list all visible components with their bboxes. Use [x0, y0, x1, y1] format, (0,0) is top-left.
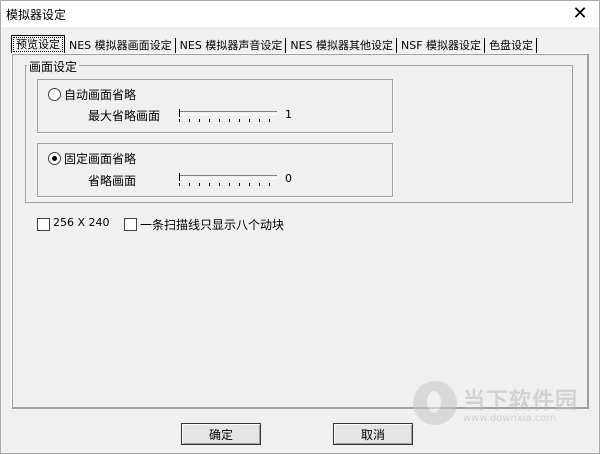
- slider-track: [179, 175, 277, 179]
- tab-nes-sound[interactable]: NES 模拟器声音设定: [177, 38, 287, 54]
- auto-skip-radio[interactable]: [48, 88, 61, 101]
- cancel-button[interactable]: 取消: [333, 423, 413, 445]
- watermark: 当下软件园 www.downxia.com: [411, 381, 581, 431]
- slider-thumb[interactable]: [179, 173, 182, 181]
- slider-thumb[interactable]: [179, 109, 182, 117]
- watermark-url: www.downxia.com: [463, 413, 557, 424]
- slider-ticks: [179, 119, 277, 122]
- tab-palette[interactable]: 色盘设定: [486, 38, 538, 54]
- fixed-skip-radio[interactable]: [48, 152, 61, 165]
- tab-strip: 预览设定 NES 模拟器画面设定 NES 模拟器声音设定 NES 模拟器其他设定 NSF…: [11, 35, 538, 54]
- tab-preview[interactable]: 预览设定: [11, 35, 65, 54]
- sprite-limit-checkbox[interactable]: [124, 218, 137, 231]
- slider-ticks: [179, 183, 277, 186]
- resolution-checkbox[interactable]: [37, 218, 50, 231]
- sprite-limit-label: 一条扫描线只显示八个动块: [140, 218, 285, 232]
- tab-nes-display[interactable]: NES 模拟器画面设定: [66, 38, 176, 54]
- slider-track: [179, 111, 277, 115]
- ok-button[interactable]: 确定: [181, 423, 261, 445]
- auto-skip-label: 自动画面省略: [64, 88, 137, 102]
- resolution-label: 256 X 240: [53, 216, 110, 229]
- watermark-text: 当下软件园: [463, 389, 579, 414]
- skip-frames-value: 0: [285, 172, 292, 185]
- tab-nsf[interactable]: NSF 模拟器设定: [398, 38, 486, 54]
- skip-frames-label: 省略画面: [88, 174, 137, 188]
- max-skip-label: 最大省略画面: [88, 109, 161, 123]
- skip-frames-slider[interactable]: [179, 173, 277, 187]
- close-icon[interactable]: ✕: [563, 1, 597, 27]
- fixed-skip-label: 固定画面省略: [64, 152, 137, 166]
- max-skip-value: 1: [285, 108, 292, 121]
- settings-dialog: 模拟器设定 ✕ 预览设定 NES 模拟器画面设定 NES 模拟器声音设定 NES 模拟…: [0, 0, 600, 454]
- window-title: 模拟器设定: [6, 8, 67, 22]
- max-skip-slider[interactable]: [179, 109, 277, 123]
- tab-nes-other[interactable]: NES 模拟器其他设定: [287, 38, 398, 54]
- title-bar[interactable]: 模拟器设定 ✕: [1, 1, 599, 27]
- group-title: 画面设定: [27, 58, 80, 75]
- watermark-logo-icon: [413, 381, 457, 425]
